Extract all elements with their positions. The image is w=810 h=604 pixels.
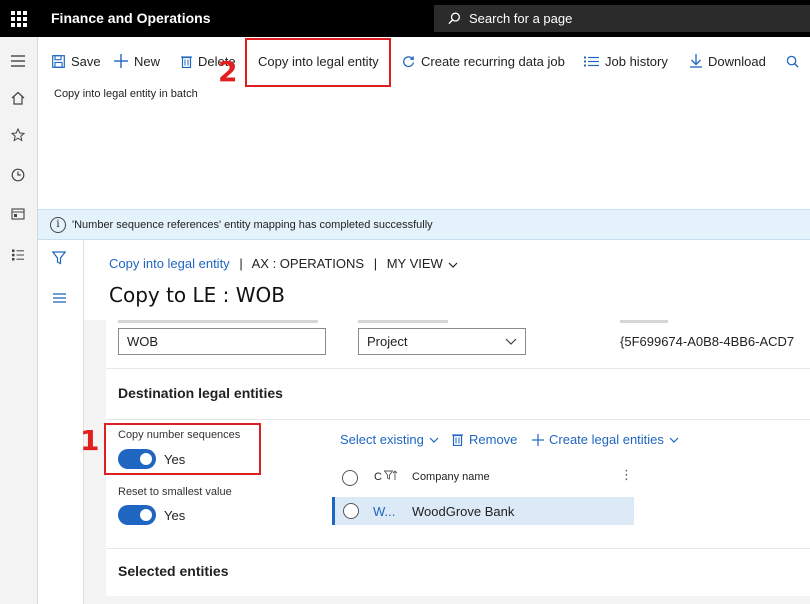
modules-list-icon[interactable]: [8, 245, 28, 265]
toolbar-sublabel[interactable]: Copy into legal entity in batch: [54, 88, 198, 100]
find-icon: [786, 55, 799, 68]
create-legal-entities-button[interactable]: Create legal entities: [532, 432, 679, 447]
reset-smallest-toggle[interactable]: Yes: [118, 505, 185, 525]
list-icon: [584, 56, 599, 67]
refresh-icon: [402, 55, 415, 68]
group-id-label-cut: [620, 320, 668, 323]
reset-smallest-label: Reset to smallest value: [118, 486, 232, 498]
new-label: New: [134, 53, 161, 69]
job-history-label: Job history: [605, 53, 668, 69]
selected-entities-title[interactable]: Selected entities: [118, 563, 229, 579]
left-navigation: [0, 37, 38, 604]
content-area: Copy into legal entity | AX : OPERATIONS…: [84, 240, 810, 604]
filter-icon[interactable]: [383, 470, 398, 484]
search-placeholder: Search for a page: [469, 11, 573, 26]
info-icon: i: [50, 216, 66, 233]
divider: [106, 419, 810, 420]
breadcrumb-separator: |: [239, 256, 243, 271]
hamburger-menu-icon[interactable]: [8, 51, 28, 71]
chevron-down-icon: [669, 437, 679, 443]
view-selector[interactable]: MY VIEW: [387, 256, 459, 271]
download-button[interactable]: Download: [690, 50, 766, 72]
project-category-value: Project: [367, 334, 408, 349]
breadcrumb-company[interactable]: AX : OPERATIONS: [252, 256, 364, 271]
chevron-down-icon: [429, 437, 439, 443]
more-options-button[interactable]: [786, 50, 805, 72]
new-button[interactable]: New: [114, 50, 160, 72]
grid-header: C Company name ⋮: [334, 465, 634, 491]
destination-section-title[interactable]: Destination legal entities: [118, 385, 283, 401]
app-launcher-button[interactable]: [0, 0, 38, 37]
page-header: Copy into legal entity | AX : OPERATIONS…: [84, 240, 810, 320]
chevron-down-icon: [505, 338, 517, 345]
create-recurring-data-job-button[interactable]: Create recurring data job: [402, 50, 565, 72]
trash-icon: [452, 434, 463, 446]
annotation-box-1: [104, 423, 261, 475]
page-title: Copy to LE : WOB: [109, 283, 285, 307]
column-header-company[interactable]: C: [374, 471, 382, 483]
breadcrumb-link[interactable]: Copy into legal entity: [109, 256, 230, 271]
trash-icon: [181, 55, 192, 68]
download-label: Download: [708, 53, 766, 69]
waffle-icon: [11, 10, 27, 27]
plus-icon: [532, 433, 544, 446]
job-history-button[interactable]: Job history: [584, 50, 668, 72]
create-recurring-data-job-label: Create recurring data job: [421, 53, 565, 69]
recent-clock-icon[interactable]: [8, 165, 28, 185]
search-icon: [448, 12, 460, 25]
project-category-label-cut: [358, 320, 448, 323]
search-bar[interactable]: Search for a page: [434, 5, 810, 32]
remove-button[interactable]: Remove: [452, 432, 517, 447]
download-icon: [690, 54, 702, 68]
message-text: 'Number sequence references' entity mapp…: [72, 218, 433, 231]
reset-smallest-value: Yes: [164, 507, 186, 523]
save-icon: [52, 54, 65, 68]
column-header-company-name[interactable]: Company name: [412, 471, 490, 483]
top-bar: Finance and Operations Search for a page: [0, 0, 810, 37]
column-options-icon[interactable]: ⋮: [620, 467, 633, 483]
selected-entities-section: Selected entities: [106, 548, 810, 596]
plus-icon: [114, 54, 128, 68]
favorites-star-icon[interactable]: [8, 125, 28, 145]
action-pane: Save New Delete Copy into legal entity C…: [38, 37, 810, 209]
save-button[interactable]: Save: [52, 50, 101, 72]
description-label-cut: [118, 320, 318, 323]
workspaces-icon[interactable]: [8, 204, 28, 224]
create-legal-entities-label: Create legal entities: [549, 432, 664, 447]
annotation-number-2: 2: [218, 55, 238, 88]
description-field[interactable]: WOB: [118, 328, 326, 355]
row-company-name: WoodGrove Bank: [412, 504, 515, 519]
breadcrumb-separator: |: [373, 256, 378, 271]
view-label: MY VIEW: [386, 256, 443, 271]
related-info-lines-icon[interactable]: [53, 292, 66, 306]
select-all-radio[interactable]: [342, 470, 358, 486]
breadcrumb: Copy into legal entity | AX : OPERATIONS…: [109, 256, 458, 271]
home-icon[interactable]: [8, 88, 28, 108]
toggle-switch: [118, 505, 156, 525]
message-bar: i 'Number sequence references' entity ma…: [38, 209, 810, 240]
page-side-nav: [38, 240, 84, 604]
remove-label: Remove: [469, 432, 518, 447]
row-company[interactable]: W...: [373, 504, 395, 519]
filter-icon[interactable]: [51, 251, 67, 268]
group-id-value: {5F699674-A0B8-4BB6-ACD7: [620, 334, 795, 349]
project-category-select[interactable]: Project: [358, 328, 526, 355]
annotation-number-1: 1: [80, 424, 100, 457]
select-existing-label: Select existing: [340, 432, 424, 447]
select-existing-button[interactable]: Select existing: [340, 432, 439, 447]
save-label: Save: [71, 53, 101, 69]
toolbar: Save New Delete Copy into legal entity C…: [38, 50, 810, 72]
annotation-box-2: [245, 38, 391, 87]
chevron-down-icon: [449, 262, 458, 268]
table-row[interactable]: W... WoodGrove Bank: [332, 497, 634, 525]
description-value: WOB: [127, 334, 159, 349]
header-fields-card: WOB Project {5F699674-A0B8-4BB6-ACD7: [106, 320, 810, 368]
row-select-radio[interactable]: [343, 503, 359, 519]
app-title[interactable]: Finance and Operations: [51, 10, 210, 26]
